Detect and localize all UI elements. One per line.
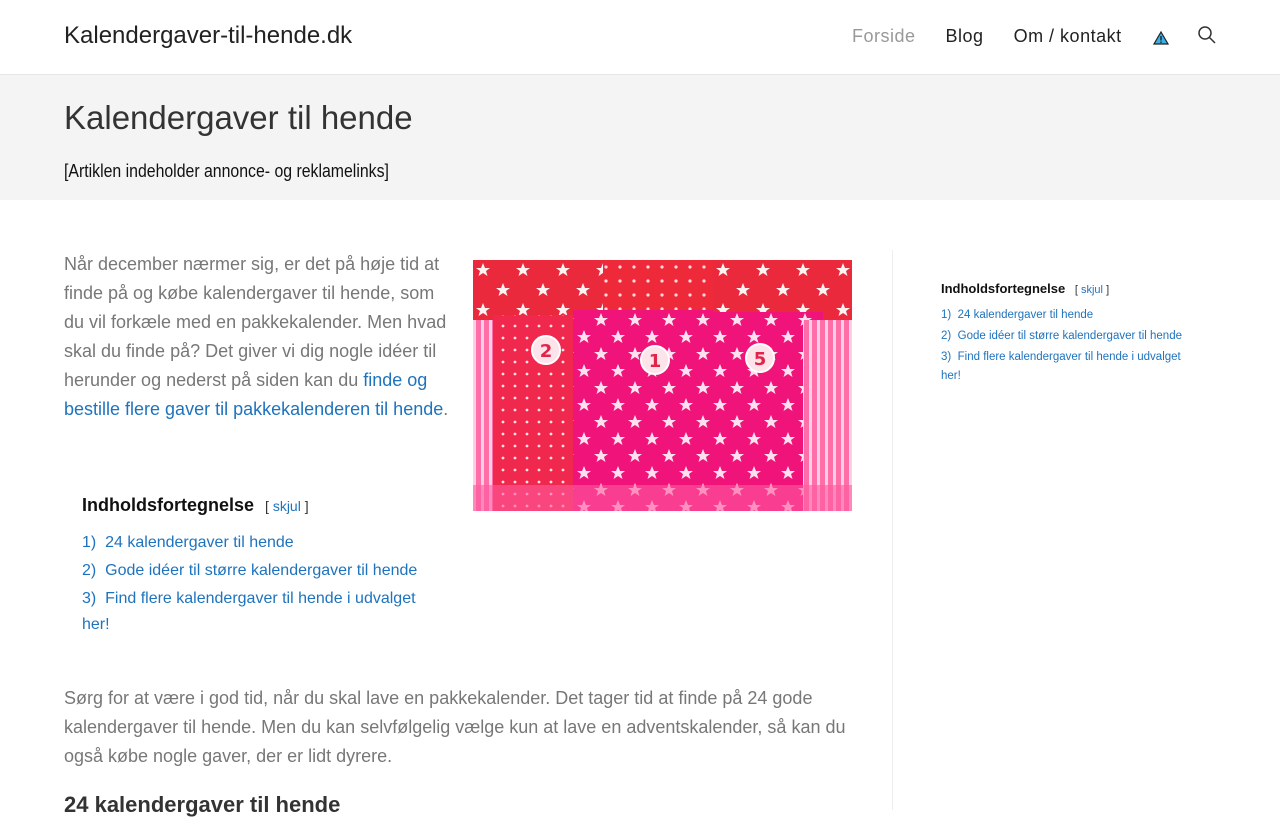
sidebar-toc-number: 3) — [941, 351, 952, 363]
toc-item-link[interactable]: Gode idéer til større kalendergaver til … — [105, 562, 417, 579]
toc-item-number: 1) — [82, 534, 97, 551]
page-title: Kalendergaver til hende — [64, 99, 413, 136]
sidebar-toc-item[interactable]: 1) 24 kalendergaver til hende — [941, 306, 1201, 325]
toc-item[interactable]: 2) Gode idéer til større kalendergaver t… — [82, 558, 432, 584]
sidebar-toc-hide-link[interactable]: skjul — [1081, 284, 1103, 296]
toc-item[interactable]: 1) 24 kalendergaver til hende — [82, 530, 432, 556]
nav-item-forside[interactable]: Forside — [852, 26, 916, 47]
sidebar-toc-item[interactable]: 2) Gode idéer til større kalendergaver t… — [941, 327, 1201, 346]
sidebar-toc: Indholdsfortegnelse [ skjul ] 1) 24 kale… — [941, 281, 1201, 388]
toc-item[interactable]: 3) Find flere kalendergaver til hende i … — [82, 586, 432, 638]
table-of-contents: Indholdsfortegnelse [ skjul ] 1) 24 kale… — [82, 495, 432, 640]
sidebar-toc-title: Indholdsfortegnelse — [941, 281, 1066, 296]
sidebar-toc-link[interactable]: Gode idéer til større kalendergaver til … — [958, 330, 1182, 342]
sidebar-divider — [892, 250, 893, 810]
bag-number-2: 2 — [540, 341, 553, 362]
page-title-bar: Kalendergaver til hende [Artiklen indeho… — [0, 75, 1280, 200]
sidebar-toc-list: 1) 24 kalendergaver til hende 2) Gode id… — [941, 306, 1201, 386]
toc-item-link[interactable]: Find flere kalendergaver til hende i udv… — [82, 590, 416, 633]
search-icon[interactable] — [1197, 25, 1217, 50]
site-header: Kalendergaver-til-hende.dk Forside Blog … — [0, 0, 1280, 75]
warning-icon[interactable] — [1152, 30, 1170, 50]
toc-title: Indholdsfortegnelse — [82, 495, 255, 515]
bag-number-5: 5 — [754, 349, 767, 370]
sidebar-toc-number: 2) — [941, 330, 952, 342]
section-heading: 24 kalendergaver til hende — [64, 792, 341, 817]
toc-item-number: 2) — [82, 562, 97, 579]
toc-item-number: 3) — [82, 590, 97, 607]
intro-end: . — [443, 399, 449, 419]
toc-header: Indholdsfortegnelse [ skjul ] — [82, 495, 432, 516]
toc-hide-link[interactable]: skjul — [273, 498, 301, 514]
sidebar-toc-link[interactable]: Find flere kalendergaver til hende i udv… — [941, 351, 1181, 382]
toc-item-link[interactable]: 24 kalendergaver til hende — [105, 534, 294, 551]
body-paragraph: Sørg for at være i god tid, når du skal … — [64, 688, 846, 766]
nav-item-om-kontakt[interactable]: Om / kontakt — [1014, 26, 1122, 47]
intro-paragraph: Når december nærmer sig, er det på høje … — [64, 250, 459, 424]
sidebar-toc-header: Indholdsfortegnelse [ skjul ] — [941, 281, 1201, 296]
sidebar-toc-toggle: [ skjul ] — [1074, 284, 1110, 296]
bag-number-1: 1 — [649, 351, 662, 372]
toc-toggle: [ skjul ] — [265, 498, 309, 514]
nav-item-blog[interactable]: Blog — [946, 26, 984, 47]
hero-image: 2 1 5 — [473, 260, 852, 511]
site-title-link[interactable]: Kalendergaver-til-hende.dk — [64, 22, 352, 50]
ad-disclaimer: [Artiklen indeholder annonce- og reklame… — [64, 161, 389, 181]
toc-list: 1) 24 kalendergaver til hende 2) Gode id… — [82, 530, 432, 638]
main-nav: Forside Blog Om / kontakt — [852, 26, 1152, 47]
sidebar-toc-number: 1) — [941, 309, 952, 321]
sidebar-toc-item[interactable]: 3) Find flere kalendergaver til hende i … — [941, 348, 1201, 386]
sidebar-toc-link[interactable]: 24 kalendergaver til hende — [958, 309, 1094, 321]
